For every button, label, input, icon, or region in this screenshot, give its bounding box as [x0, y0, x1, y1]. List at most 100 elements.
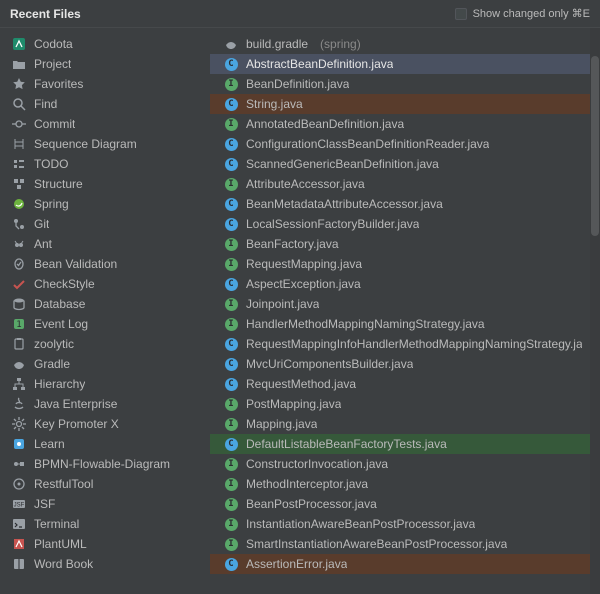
file-item-label: ConstructorInvocation.java [246, 457, 388, 471]
search-icon [12, 97, 26, 111]
sidebar-item-structure[interactable]: Structure [0, 174, 210, 194]
sidebar-item-label: CheckStyle [34, 277, 95, 291]
sidebar-item-gradle[interactable]: Gradle [0, 354, 210, 374]
file-item[interactable]: CAssertionError.java [210, 554, 590, 574]
file-item[interactable]: CAspectException.java [210, 274, 590, 294]
sidebar-item-spring[interactable]: Spring [0, 194, 210, 214]
recent-files-list[interactable]: build.gradle(spring)CAbstractBeanDefinit… [210, 28, 590, 594]
popup-body: CodotaProjectFavorites Find Commit Sequence… [0, 28, 600, 594]
sidebar-item-label: JSF [34, 497, 55, 511]
file-item[interactable]: IBeanDefinition.java [210, 74, 590, 94]
sidebar-item-database[interactable]: Database [0, 294, 210, 314]
sidebar-item-find[interactable]: Find [0, 94, 210, 114]
toolwindow-list[interactable]: CodotaProjectFavorites Find Commit Sequence… [0, 28, 210, 594]
scrollbar[interactable] [590, 28, 600, 594]
plantuml-icon [12, 537, 26, 551]
star-icon [12, 77, 26, 91]
sidebar-item-favorites[interactable]: Favorites [0, 74, 210, 94]
file-item[interactable]: IRequestMapping.java [210, 254, 590, 274]
sidebar-item-learn[interactable]: Learn [0, 434, 210, 454]
class-icon: C [224, 437, 238, 451]
sidebar-item-todo[interactable]: TODO [0, 154, 210, 174]
interface-icon: I [224, 417, 238, 431]
file-item[interactable]: CBeanMetadataAttributeAccessor.java [210, 194, 590, 214]
todo-icon [12, 157, 26, 171]
checkbox-icon [455, 8, 467, 20]
sidebar-item-hierarchy[interactable]: Hierarchy [0, 374, 210, 394]
interface-icon: I [224, 257, 238, 271]
rest-icon [12, 477, 26, 491]
sidebar-item-bean-validation[interactable]: Bean Validation [0, 254, 210, 274]
wordbook-icon [12, 557, 26, 571]
file-item[interactable]: IInstantiationAwareBeanPostProcessor.jav… [210, 514, 590, 534]
file-panel: build.gradle(spring)CAbstractBeanDefinit… [210, 28, 600, 594]
file-item[interactable]: IJoinpoint.java [210, 294, 590, 314]
sidebar-item-checkstyle[interactable]: CheckStyle [0, 274, 210, 294]
sidebar-item-label: zoolytic [34, 337, 74, 351]
file-item[interactable]: IHandlerMethodMappingNamingStrategy.java [210, 314, 590, 334]
sidebar-item-event-log[interactable]: 1Event Log [0, 314, 210, 334]
sidebar-item-ant[interactable]: Ant [0, 234, 210, 254]
interface-icon: I [224, 517, 238, 531]
file-item[interactable]: ISmartInstantiationAwareBeanPostProcesso… [210, 534, 590, 554]
sidebar-item-label: Word Book [34, 557, 93, 571]
sequence-icon [12, 137, 26, 151]
interface-icon: I [224, 497, 238, 511]
file-item[interactable]: CLocalSessionFactoryBuilder.java [210, 214, 590, 234]
sidebar-item-word-book[interactable]: Word Book [0, 554, 210, 574]
file-item[interactable]: IMapping.java [210, 414, 590, 434]
file-item-label: LocalSessionFactoryBuilder.java [246, 217, 419, 231]
class-icon: C [224, 377, 238, 391]
class-icon: C [224, 137, 238, 151]
sidebar-item-codota[interactable]: Codota [0, 34, 210, 54]
sidebar-item-bpmn-flowable-diagram[interactable]: BPMN-Flowable-Diagram [0, 454, 210, 474]
sidebar-item-jsf[interactable]: JSF JSF [0, 494, 210, 514]
terminal-icon [12, 517, 26, 531]
interface-icon: I [224, 177, 238, 191]
sidebar-item-plantuml[interactable]: PlantUML [0, 534, 210, 554]
sidebar-item-key-promoter-x[interactable]: Key Promoter X [0, 414, 210, 434]
file-item-label: AttributeAccessor.java [246, 177, 365, 191]
sidebar-item-label: Commit [34, 117, 75, 131]
file-item[interactable]: CString.java [210, 94, 590, 114]
file-item[interactable]: CRequestMethod.java [210, 374, 590, 394]
file-item-label: MvcUriComponentsBuilder.java [246, 357, 413, 371]
folder-icon [12, 57, 26, 71]
class-icon: C [224, 57, 238, 71]
sidebar-item-label: Ant [34, 237, 52, 251]
sidebar-item-label: Structure [34, 177, 83, 191]
file-item[interactable]: IBeanFactory.java [210, 234, 590, 254]
scrollbar-thumb[interactable] [591, 56, 599, 236]
file-item[interactable]: CRequestMappingInfoHandlerMethodMappingN… [210, 334, 590, 354]
file-item[interactable]: CConfigurationClassBeanDefinitionReader.… [210, 134, 590, 154]
sidebar-item-java-enterprise[interactable]: Java Enterprise [0, 394, 210, 414]
file-item[interactable]: CScannedGenericBeanDefinition.java [210, 154, 590, 174]
file-item[interactable]: CDefaultListableBeanFactoryTests.java [210, 434, 590, 454]
file-item-label: Joinpoint.java [246, 297, 319, 311]
interface-icon: I [224, 457, 238, 471]
sidebar-item-label: Find [34, 97, 57, 111]
sidebar-item-terminal[interactable]: Terminal [0, 514, 210, 534]
sidebar-item-restfultool[interactable]: RestfulTool [0, 474, 210, 494]
sidebar-item-sequence-diagram[interactable]: Sequence Diagram [0, 134, 210, 154]
sidebar-item-label: Learn [34, 437, 65, 451]
sidebar-item-commit[interactable]: Commit [0, 114, 210, 134]
sidebar-item-project[interactable]: Project [0, 54, 210, 74]
file-item[interactable]: IBeanPostProcessor.java [210, 494, 590, 514]
file-item[interactable]: I ConstructorInvocation.java [210, 454, 590, 474]
file-item[interactable]: IAnnotatedBeanDefinition.java [210, 114, 590, 134]
file-item[interactable]: I AttributeAccessor.java [210, 174, 590, 194]
file-item[interactable]: build.gradle(spring) [210, 34, 590, 54]
bpmn-icon [12, 457, 26, 471]
file-item[interactable]: IMethodInterceptor.java [210, 474, 590, 494]
interface-icon: I [224, 237, 238, 251]
sidebar-item-git[interactable]: Git [0, 214, 210, 234]
file-item-label: AspectException.java [246, 277, 361, 291]
file-item[interactable]: CAbstractBeanDefinition.java [210, 54, 590, 74]
jsf-icon: JSF [12, 497, 26, 511]
file-item[interactable]: CMvcUriComponentsBuilder.java [210, 354, 590, 374]
sidebar-item-zoolytic[interactable]: zoolytic [0, 334, 210, 354]
show-changed-only-checkbox[interactable]: Show changed only ⌘E [455, 7, 590, 20]
file-item[interactable]: IPostMapping.java [210, 394, 590, 414]
sidebar-item-label: TODO [34, 157, 68, 171]
